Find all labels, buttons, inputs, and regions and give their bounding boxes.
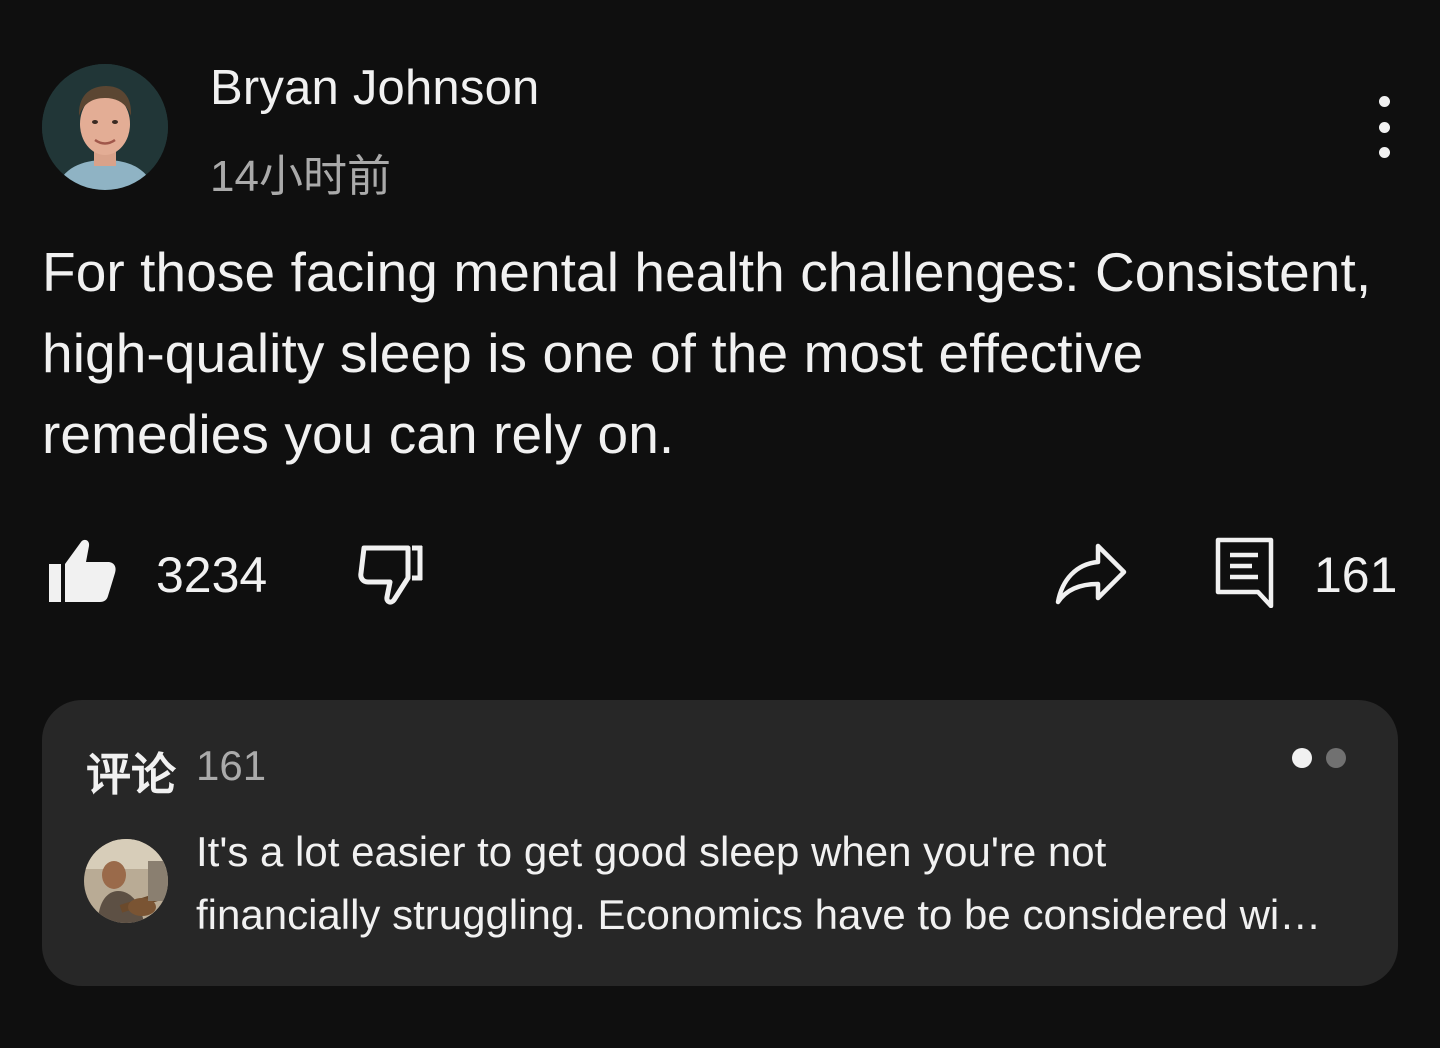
comment-count: 161	[1314, 547, 1398, 603]
author-avatar[interactable]	[42, 64, 168, 190]
post-timestamp: 14小时前	[210, 152, 391, 201]
dislike-button[interactable]	[356, 540, 428, 606]
comments-count: 161	[196, 742, 267, 789]
more-options-button[interactable]	[1362, 96, 1406, 158]
comments-button[interactable]	[1214, 536, 1276, 609]
more-vertical-icon-dot	[1378, 147, 1390, 158]
like-button[interactable]	[46, 538, 118, 604]
commenter-avatar-image	[84, 839, 168, 923]
comments-preview-card[interactable]: 评论 161 It's a lot easier to get good sle…	[42, 700, 1398, 986]
comments-title: 评论	[86, 749, 177, 800]
post-text: For those facing mental health challenge…	[42, 241, 1372, 465]
comment-preview-text: It's a lot easier to get good sleep when…	[196, 828, 1322, 938]
author-name[interactable]: Bryan Johnson	[210, 60, 539, 116]
pager-dot-active	[1292, 748, 1312, 768]
like-count: 3234	[156, 547, 268, 603]
comment-icon	[1215, 537, 1274, 609]
commenter-avatar[interactable]	[84, 839, 168, 923]
more-vertical-icon-dot	[1378, 121, 1390, 133]
share-arrow-icon	[1055, 543, 1127, 605]
more-vertical-icon-dot	[1378, 96, 1390, 107]
community-post-page: Bryan Johnson 14小时前 For those facing men…	[0, 0, 1440, 1048]
pager-dot	[1326, 748, 1346, 768]
comment-pager-dots	[1292, 748, 1346, 768]
share-button[interactable]	[1054, 540, 1130, 608]
thumbs-up-filled-icon	[49, 539, 116, 602]
author-avatar-image	[42, 64, 168, 190]
thumbs-down-outline-icon	[358, 545, 423, 605]
